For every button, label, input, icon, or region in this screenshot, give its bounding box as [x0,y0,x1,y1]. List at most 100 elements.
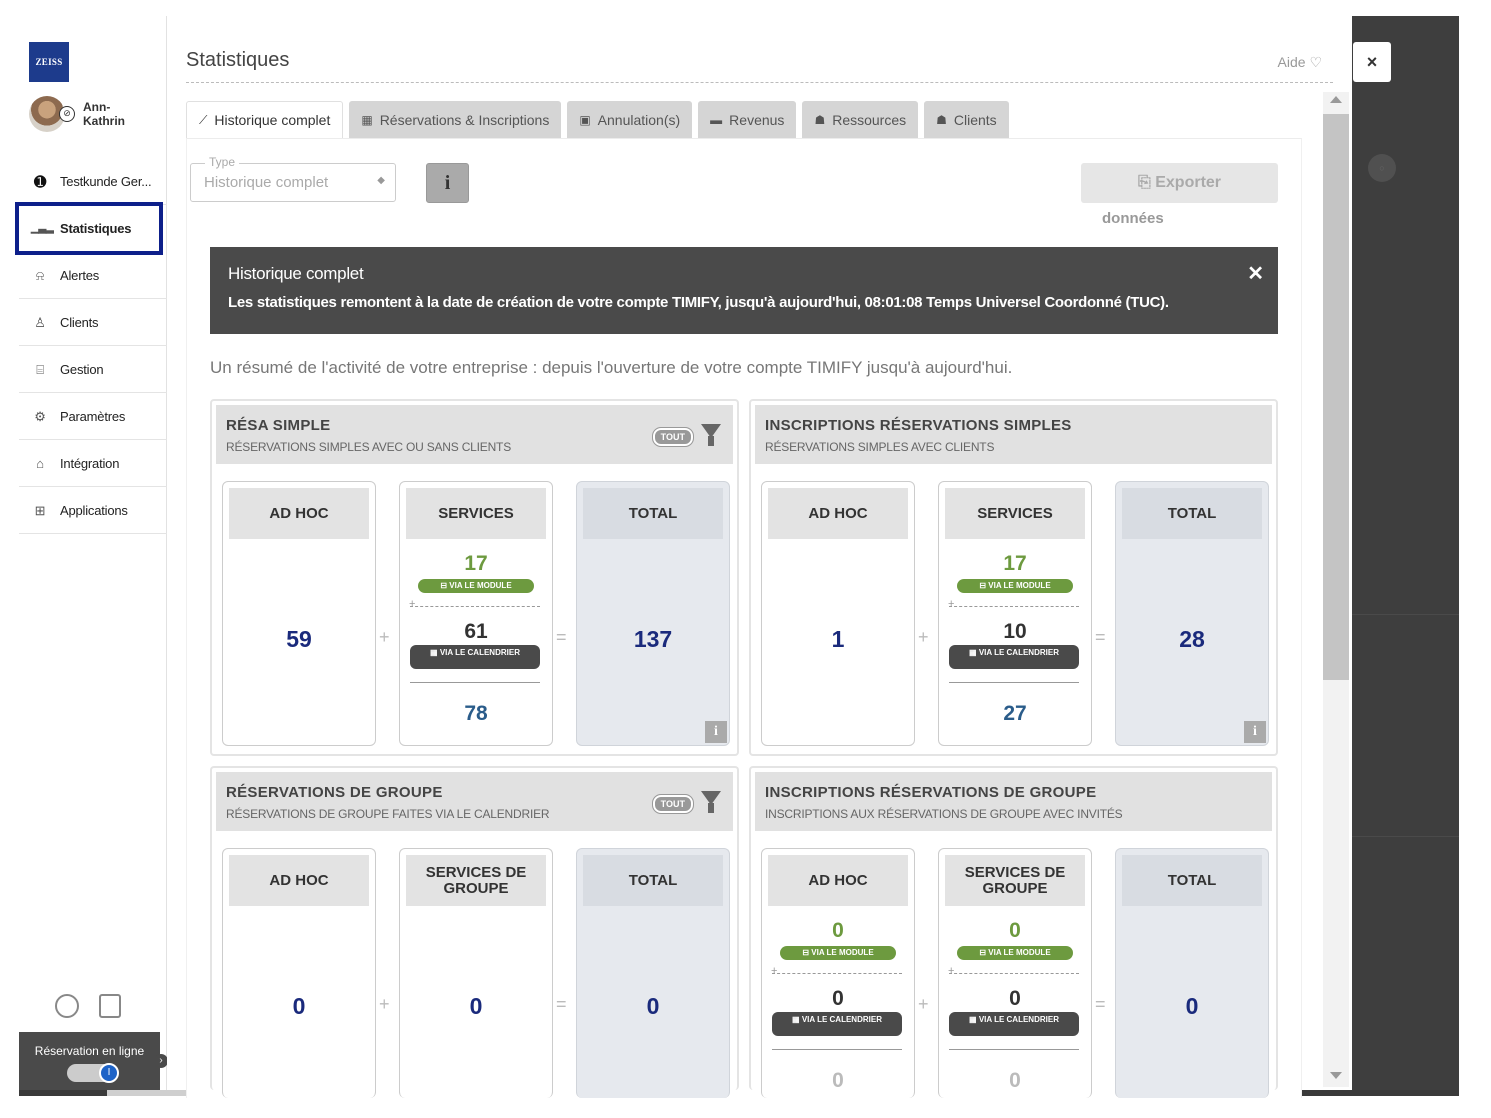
tab-label: Ressources [832,111,907,128]
tab-historique-complet[interactable]: ⟋ Historique complet [186,101,344,138]
ad-hoc-total-value: 0 [832,1069,844,1092]
close-modal-button[interactable]: × [1353,42,1391,82]
via-module-value: 0 [1009,919,1021,942]
col-services: SERVICES 17 ⊟ VIA LE MODULE 10 ▦ VIA LE … [938,481,1092,746]
plus-sign: + [918,627,929,647]
screen: ○ ZEISS ⊘ Ann- Kathrin ➊ Testkunde Ger..… [0,0,1491,1118]
online-booking-toggle[interactable]: I [67,1063,119,1083]
via-calendar-value: 0 [832,987,844,1010]
plus-sign: + [379,627,390,647]
sidebar-item-applications[interactable]: ⊞ Applications [19,488,167,534]
tab-label: Annulation(s) [597,111,681,128]
via-calendar-badge: ▦ VIA LE CALENDRIER [949,1012,1079,1036]
via-module-badge: ⊟ VIA LE MODULE [957,579,1073,593]
plus-sign: + [379,994,390,1014]
user-name: Ann- Kathrin [83,100,125,128]
col-header: TOTAL [583,855,723,906]
briefcase-icon: ⌸ [36,361,44,377]
sidebar-item-alertes[interactable]: ⍾ Alertes [19,253,167,299]
card-title: INSCRIPTIONS RÉSERVATIONS SIMPLES [765,417,1072,434]
via-calendar-value: 61 [464,620,488,643]
via-module-badge: ⊟ VIA LE MODULE [957,946,1073,960]
sidebar-item-account[interactable]: ➊ Testkunde Ger... [19,159,167,205]
badge-label: VIA LE CALENDRIER [439,648,520,657]
gears-icon: ⚙ [34,408,46,424]
scrollbar-thumb[interactable] [1323,114,1349,680]
scroll-up-icon[interactable] [1330,96,1342,103]
tab-reservations-inscriptions[interactable]: ▦ Réservations & Inscriptions [349,101,562,138]
export-button[interactable]: ⎘ Exporter [1081,163,1278,203]
col-header: TOTAL [1122,488,1262,539]
badge-label: VIA LE CALENDRIER [978,648,1059,657]
type-label: Type [205,155,240,169]
edit-profile-icon[interactable]: ⊘ [59,106,75,122]
card-subtitle: INSCRIPTIONS AUX RÉSERVATIONS DE GROUPE … [765,807,1123,821]
badge-label: VIA LE MODULE [449,581,512,590]
online-booking-label: Réservation en ligne [34,1044,145,1058]
services-value: 0 [469,993,483,1019]
col-header: TOTAL [583,488,723,539]
card-inscriptions-simples: INSCRIPTIONS RÉSERVATIONS SIMPLES RÉSERV… [749,399,1278,756]
ad-hoc-value: 1 [831,626,845,652]
equals-sign: = [556,627,567,647]
col-header: SERVICES DE GROUPE [945,855,1085,906]
user-profile[interactable]: ⊘ Ann- Kathrin [29,96,159,136]
card-subtitle: RÉSERVATIONS DE GROUPE FAITES VIA LE CAL… [226,807,550,821]
help-lifebuoy-icon[interactable] [55,994,79,1018]
help-link[interactable]: Aide ♡ [1278,54,1322,71]
vertical-scrollbar[interactable] [1323,92,1349,1087]
tab-annulations[interactable]: ▣ Annulation(s) [567,101,693,138]
col-header: SERVICES [945,488,1085,539]
info-icon[interactable]: i [1244,721,1266,743]
tout-badge[interactable]: TOUT [651,794,695,814]
toggle-knob[interactable]: I [99,1063,119,1083]
sidebar-item-statistiques[interactable]: ▁▃▂ Statistiques [15,202,163,255]
card-title: RÉSA SIMPLE [226,417,331,434]
card-reservations-groupe: RÉSERVATIONS DE GROUPE RÉSERVATIONS DE G… [210,766,739,1098]
scroll-down-icon[interactable] [1330,1072,1342,1079]
info-alert: Historique complet Les statistiques remo… [210,247,1278,334]
grid-icon: ⊞ [34,502,46,518]
via-calendar-value: 10 [1003,620,1027,643]
statistics-modal: Statistiques Aide ♡ ⟋ Historique complet … [167,16,1352,1098]
alert-title: Historique complet [228,264,364,283]
card-header: RÉSA SIMPLE RÉSERVATIONS SIMPLES AVEC OU… [216,405,733,464]
via-calendar-badge: ▦ VIA LE CALENDRIER [772,1012,902,1036]
col-header: AD HOC [768,855,908,906]
sidebar-item-clients[interactable]: ♙ Clients [19,300,167,346]
total-value: 28 [1179,626,1205,652]
via-module-badge: ⊟ VIA LE MODULE [418,579,534,593]
col-header: SERVICES [406,488,546,539]
info-icon[interactable]: i [705,721,727,743]
tab-ressources[interactable]: ☗ Ressources [802,101,919,138]
export-label: Exporter [1155,174,1222,191]
background-overlay: ○ [1352,16,1459,1096]
via-module-value: 0 [832,919,844,942]
sidebar-item-gestion[interactable]: ⌸ Gestion [19,347,167,393]
logout-icon[interactable] [99,994,121,1018]
services-total-value: 0 [1009,1069,1021,1092]
tout-badge[interactable]: TOUT [651,427,695,447]
plus-sign: + [918,994,929,1014]
divider [410,682,540,683]
sidebar-item-integration[interactable]: ⌂ Intégration [19,441,167,487]
alert-close-icon[interactable]: ✕ [1247,261,1264,286]
card-header: INSCRIPTIONS RÉSERVATIONS SIMPLES RÉSERV… [755,405,1272,464]
col-ad-hoc: AD HOC 1 [761,481,915,746]
tab-label: Historique complet [214,112,331,128]
tab-revenus[interactable]: ▬ Revenus [698,101,797,138]
sidebar-item-label: Statistiques [60,221,132,236]
info-button[interactable]: i [426,163,469,203]
zeiss-logo: ZEISS [29,42,69,82]
filter-icon[interactable] [701,424,721,446]
type-select[interactable]: Type Historique complet ◆ [190,155,396,202]
dashed-divider [948,965,1079,977]
via-calendar-badge: ▦ VIA LE CALENDRIER [410,645,540,669]
expand-chevron-icon[interactable]: › [154,1054,168,1068]
filter-icon[interactable] [701,791,721,813]
tab-clients[interactable]: ☗ Clients [924,101,1009,138]
user-icon: ♙ [34,314,46,330]
sidebar-item-label: Testkunde Ger... [60,174,152,189]
card-resa-simple: RÉSA SIMPLE RÉSERVATIONS SIMPLES AVEC OU… [210,399,739,756]
sidebar-item-parametres[interactable]: ⚙ Paramètres [19,394,167,440]
